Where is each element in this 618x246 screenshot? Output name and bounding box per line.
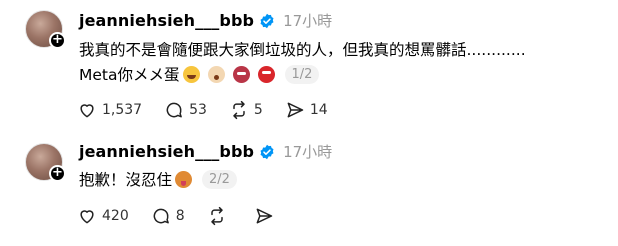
verified-badge-icon xyxy=(260,13,274,28)
share-button[interactable]: 14 xyxy=(285,100,328,120)
post-text: 我真的不是會隨便跟大家倒垃圾的人，但我真的想罵髒話............ xyxy=(79,41,526,59)
comment-count: 53 xyxy=(189,102,207,118)
send-icon xyxy=(287,102,304,118)
shocked-face-icon xyxy=(207,65,225,83)
comment-bubble-icon xyxy=(153,208,169,224)
laughing-face-icon xyxy=(182,65,200,83)
post-text: Meta你メメ蛋 xyxy=(79,66,180,84)
post-text-line-1: 抱歉！沒忍住 2/2 xyxy=(79,168,237,190)
avatar[interactable]: + xyxy=(25,10,66,49)
post-header: jeanniehsieh___bbb 17小時 xyxy=(79,141,332,162)
repost-count: 5 xyxy=(253,102,263,118)
comment-bubble-icon xyxy=(166,102,182,118)
heart-icon xyxy=(80,104,94,118)
post-timestamp[interactable]: 17小時 xyxy=(283,10,332,31)
share-count: 14 xyxy=(309,102,328,118)
repost-button[interactable] xyxy=(207,206,232,226)
post-text-line-1: 我真的不是會隨便跟大家倒垃圾的人，但我真的想罵髒話............ xyxy=(79,38,526,60)
share-button[interactable] xyxy=(254,206,279,226)
follow-plus-icon[interactable]: + xyxy=(49,32,66,49)
thread-pager-badge: 2/2 xyxy=(202,169,237,189)
tongue-face-icon xyxy=(175,170,193,188)
repost-button[interactable]: 5 xyxy=(229,100,263,120)
username[interactable]: jeanniehsieh___bbb xyxy=(79,142,254,161)
send-icon xyxy=(256,208,272,224)
avatar[interactable]: + xyxy=(25,143,66,182)
comment-count: 8 xyxy=(175,208,185,224)
like-button[interactable]: 1,537 xyxy=(77,100,142,120)
devil-face-icon xyxy=(232,65,250,83)
like-button[interactable]: 420 xyxy=(77,206,129,226)
heart-icon xyxy=(80,210,94,224)
post-actions: 1,537 53 5 14 xyxy=(77,100,350,120)
like-count: 420 xyxy=(102,208,129,224)
verified-badge-icon xyxy=(260,144,274,159)
thread-pager-badge: 1/2 xyxy=(284,64,320,84)
repost-icon xyxy=(233,100,245,120)
follow-plus-icon[interactable]: + xyxy=(49,165,66,182)
post-header: jeanniehsieh___bbb 17小時 xyxy=(79,10,332,31)
repost-icon xyxy=(210,206,223,226)
post-text: 抱歉！沒忍住 xyxy=(79,171,173,189)
username[interactable]: jeanniehsieh___bbb xyxy=(79,11,254,30)
comment-button[interactable]: 53 xyxy=(164,100,207,120)
like-count: 1,537 xyxy=(102,102,143,118)
post-timestamp[interactable]: 17小時 xyxy=(283,141,332,162)
angry-face-icon xyxy=(257,65,275,83)
post-actions: 420 8 xyxy=(77,206,301,226)
comment-button[interactable]: 8 xyxy=(151,206,185,226)
post-text-line-2: Meta你メメ蛋 1/2 xyxy=(79,63,320,85)
